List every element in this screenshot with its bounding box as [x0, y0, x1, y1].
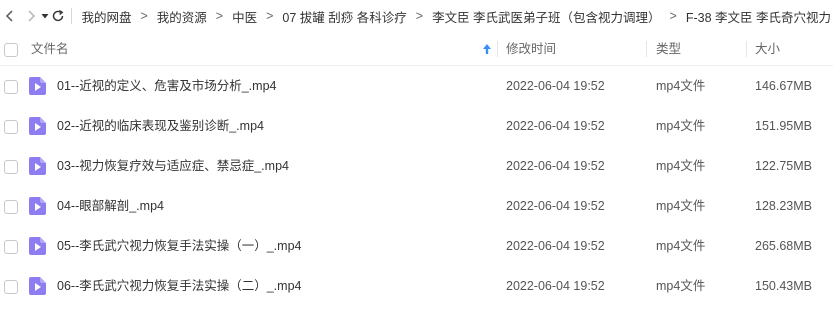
- file-row[interactable]: 04--眼部解剖_.mp4 2022-06-04 19:52 mp4文件 128.23…: [0, 186, 833, 226]
- column-type-header[interactable]: 类型: [656, 33, 681, 65]
- file-type: mp4文件: [656, 119, 706, 133]
- file-row[interactable]: 02--近视的临床表现及鉴别诊断_.mp4 2022-06-04 19:52 mp4…: [0, 106, 833, 146]
- file-size: 150.43MB: [755, 279, 812, 293]
- video-file-icon: [29, 77, 46, 95]
- row-checkbox[interactable]: [4, 240, 18, 254]
- column-divider[interactable]: [646, 41, 647, 57]
- breadcrumb-item[interactable]: 中医: [230, 7, 259, 26]
- breadcrumb-item[interactable]: 李文臣 李氏武医弟子班（包含视力调理）: [430, 7, 662, 26]
- breadcrumb-separator: >: [140, 9, 148, 23]
- file-type: mp4文件: [656, 79, 706, 93]
- file-row[interactable]: 06--李氏武穴视力恢复手法实操（二）_.mp4 2022-06-04 19:52…: [0, 266, 833, 306]
- select-all-checkbox[interactable]: [4, 43, 18, 57]
- file-row[interactable]: 03--视力恢复疗效与适应症、禁忌症_.mp4 2022-06-04 19:52 m…: [0, 146, 833, 186]
- navigation-bar: 我的网盘 > 我的资源 > 中医 >07 拔罐 刮痧 各科诊疗 > 李文臣 李氏武医弟子班（包…: [0, 0, 833, 32]
- dropdown-triangle-icon[interactable]: [40, 4, 50, 28]
- file-modified-time: 2022-06-04 19:52: [506, 159, 605, 173]
- file-size: 146.67MB: [755, 79, 812, 93]
- video-file-icon: [29, 157, 46, 175]
- breadcrumb-separator: >: [669, 9, 677, 23]
- video-file-icon: [29, 197, 46, 215]
- row-checkbox[interactable]: [4, 200, 18, 214]
- column-name-header[interactable]: 文件名: [31, 33, 69, 65]
- file-row[interactable]: 01--近视的定义、危害及市场分析_.mp4 2022-06-04 19:52 mp…: [0, 66, 833, 106]
- column-modified-header[interactable]: 修改时间: [506, 33, 556, 65]
- breadcrumb-separator: >: [215, 9, 224, 23]
- file-modified-time: 2022-06-04 19:52: [506, 199, 605, 213]
- breadcrumb-separator: >: [266, 9, 274, 23]
- file-modified-time: 2022-06-04 19:52: [506, 239, 605, 253]
- file-size: 265.68MB: [755, 239, 812, 253]
- file-size: 151.95MB: [755, 119, 812, 133]
- file-name[interactable]: 05--李氏武穴视力恢复手法实操（一）_.mp4: [57, 226, 301, 266]
- breadcrumb: 我的网盘 > 我的资源 > 中医 >07 拔罐 刮痧 各科诊疗 > 李文臣 李氏武医弟子班（包…: [79, 7, 833, 26]
- file-type: mp4文件: [656, 239, 706, 253]
- video-file-icon: [29, 237, 46, 255]
- column-divider[interactable]: [746, 41, 747, 57]
- column-header: 文件名 修改时间 类型 大小: [0, 33, 833, 66]
- back-arrow-icon[interactable]: [2, 4, 19, 28]
- breadcrumb-separator: >: [415, 9, 424, 23]
- file-modified-time: 2022-06-04 19:52: [506, 119, 605, 133]
- file-name[interactable]: 02--近视的临床表现及鉴别诊断_.mp4: [57, 106, 264, 146]
- file-row[interactable]: 05--李氏武穴视力恢复手法实操（一）_.mp4 2022-06-04 19:52…: [0, 226, 833, 266]
- file-size: 128.23MB: [755, 199, 812, 213]
- breadcrumb-item[interactable]: 07 拔罐 刮痧 各科诊疗: [280, 7, 408, 26]
- file-type: mp4文件: [656, 199, 706, 213]
- file-size: 122.75MB: [755, 159, 812, 173]
- file-browser: 我的网盘 > 我的资源 > 中医 >07 拔罐 刮痧 各科诊疗 > 李文臣 李氏武医弟子班（包…: [0, 0, 833, 314]
- file-type: mp4文件: [656, 279, 706, 293]
- video-file-icon: [29, 277, 46, 295]
- file-name[interactable]: 04--眼部解剖_.mp4: [57, 186, 164, 226]
- column-size-header[interactable]: 大小: [755, 33, 780, 65]
- refresh-icon[interactable]: [50, 4, 64, 28]
- file-modified-time: 2022-06-04 19:52: [506, 79, 605, 93]
- file-name[interactable]: 03--视力恢复疗效与适应症、禁忌症_.mp4: [57, 146, 289, 186]
- breadcrumb-item[interactable]: 我的网盘: [79, 7, 133, 26]
- sort-ascending-arrow-icon[interactable]: [481, 42, 493, 56]
- breadcrumb-item[interactable]: 我的资源: [155, 7, 209, 26]
- file-modified-time: 2022-06-04 19:52: [506, 279, 605, 293]
- row-checkbox[interactable]: [4, 120, 18, 134]
- file-name[interactable]: 01--近视的定义、危害及市场分析_.mp4: [57, 66, 276, 106]
- forward-arrow-icon[interactable]: [23, 4, 40, 28]
- breadcrumb-item[interactable]: F-38 李文臣 李氏奇穴视力: [684, 7, 833, 26]
- row-checkbox[interactable]: [4, 160, 18, 174]
- toolbar-divider: [70, 8, 72, 24]
- video-file-icon: [29, 117, 46, 135]
- file-name[interactable]: 06--李氏武穴视力恢复手法实操（二）_.mp4: [57, 266, 301, 306]
- row-checkbox[interactable]: [4, 80, 18, 94]
- column-divider[interactable]: [497, 41, 498, 57]
- row-checkbox[interactable]: [4, 280, 18, 294]
- file-type: mp4文件: [656, 159, 706, 173]
